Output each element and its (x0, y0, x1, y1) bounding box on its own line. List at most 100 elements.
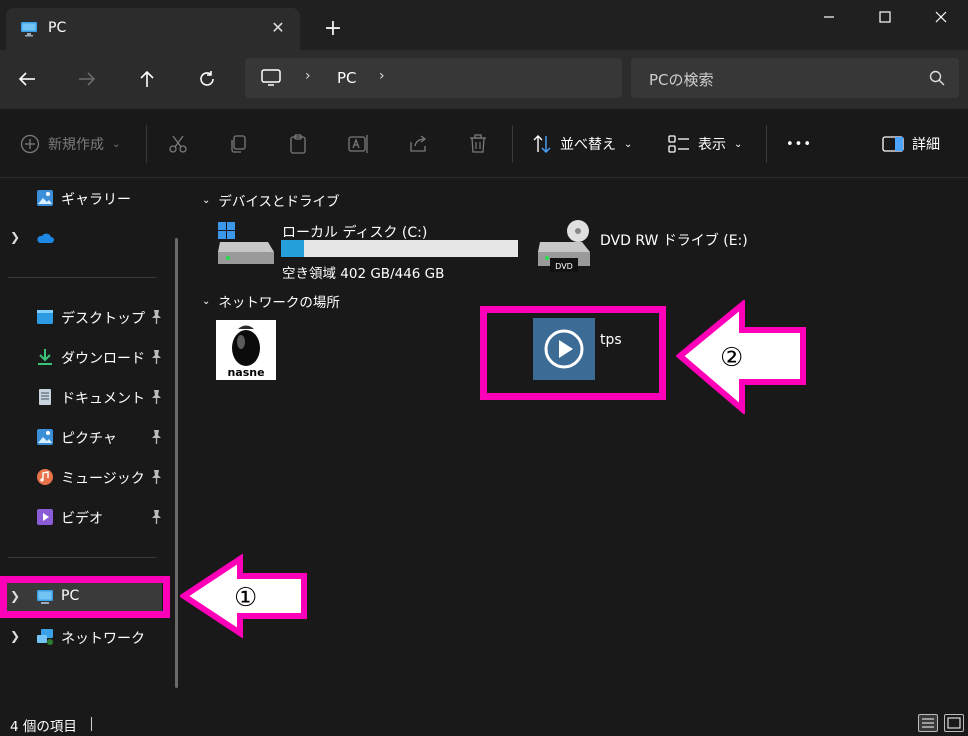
view-list-icon (668, 135, 689, 153)
sidebar-label: ピクチャ (61, 431, 117, 447)
chevron-right-icon[interactable]: › (305, 68, 311, 84)
sidebar-divider (8, 277, 156, 278)
drive-e[interactable]: DVD DVD RW ドライブ (E:) (536, 218, 776, 278)
new-tab-button[interactable]: + (320, 16, 346, 42)
chevron-right-icon[interactable]: › (379, 68, 385, 84)
chevron-right-icon[interactable]: ❯ (10, 230, 20, 244)
drive-c-free-space: 空き領域 402 GB/446 GB (282, 266, 445, 282)
sidebar-item-gallery[interactable]: ギャラリー (0, 182, 170, 214)
sidebar-scrollbar[interactable] (175, 238, 178, 688)
document-icon (39, 389, 51, 405)
sidebar-label: デスクトップ (61, 311, 145, 327)
download-icon (38, 349, 52, 365)
monitor-icon (20, 21, 38, 41)
minimize-icon (824, 16, 834, 18)
nasne-logo-icon: nasne (216, 320, 276, 380)
clipboard-icon (290, 134, 306, 154)
refresh-button[interactable] (192, 64, 222, 94)
cut-button[interactable] (168, 131, 188, 157)
copy-icon (231, 135, 246, 153)
chevron-down-icon: ⌄ (112, 138, 121, 150)
pictures-icon (37, 429, 53, 445)
address-bar[interactable]: › PC › (245, 58, 622, 98)
pin-icon[interactable] (149, 429, 163, 445)
gallery-icon (37, 190, 53, 206)
network-item-nasne[interactable]: nasne (216, 320, 276, 380)
details-button[interactable]: 詳細 (882, 131, 940, 157)
rename-icon (348, 135, 368, 153)
pin-icon[interactable] (149, 349, 163, 365)
details-view-button[interactable] (918, 714, 938, 732)
group-header-network[interactable]: ⌄ ネットワークの場所 (202, 291, 340, 311)
sidebar-item-documents[interactable]: ドキュメント (0, 381, 170, 413)
copy-button[interactable] (228, 131, 248, 157)
hard-drive-icon (218, 222, 274, 264)
pin-icon[interactable] (149, 469, 163, 485)
group-header-devices[interactable]: ⌄ デバイスとドライブ (202, 190, 340, 210)
tiles-view-button[interactable] (944, 714, 964, 732)
status-divider (91, 717, 92, 731)
search-placeholder[interactable]: PCの検索 (649, 69, 714, 90)
trash-icon (470, 134, 486, 153)
tab-title: PC (48, 20, 67, 36)
sidebar-item-downloads[interactable]: ダウンロード (0, 341, 170, 373)
back-button[interactable] (12, 64, 42, 94)
sidebar-item-videos[interactable]: ビデオ (0, 501, 170, 533)
highlight-box-tps (480, 306, 666, 400)
sidebar-item-desktop[interactable]: デスクトップ (0, 301, 170, 333)
chevron-down-icon[interactable]: ⌄ (202, 195, 210, 206)
minimize-button[interactable] (806, 0, 852, 34)
delete-button[interactable] (468, 131, 488, 157)
marker-1: ① (234, 583, 257, 613)
arrow-1-icon: ① (180, 554, 307, 638)
video-icon (37, 509, 53, 525)
sidebar-item-onedrive[interactable]: ❯ (0, 222, 170, 254)
sort-label: 並べ替え (560, 137, 616, 153)
view-button[interactable]: 表示 ⌄ (668, 131, 742, 157)
sidebar-label: ネットワーク (61, 631, 145, 647)
highlight-box-pc (0, 576, 170, 618)
view-label: 表示 (698, 137, 726, 153)
nasne-logo-text: nasne (227, 366, 264, 379)
arrow-right-icon (79, 72, 96, 86)
sidebar-label: ビデオ (61, 511, 103, 527)
pin-icon[interactable] (149, 309, 163, 325)
sort-icon (533, 135, 551, 153)
up-button[interactable] (132, 64, 162, 94)
more-options-button[interactable]: ••• (786, 131, 812, 157)
close-window-button[interactable] (918, 0, 964, 34)
tab-close-icon[interactable]: ✕ (266, 16, 290, 40)
sidebar-item-music[interactable]: ミュージック (0, 461, 170, 493)
sidebar-label: ギャラリー (61, 192, 131, 208)
sidebar-divider (8, 557, 156, 558)
paste-button[interactable] (288, 131, 308, 157)
new-button[interactable]: 新規作成 ⌄ (20, 131, 120, 157)
chevron-down-icon: ⌄ (734, 138, 743, 150)
tab-pc[interactable]: PC ✕ (6, 8, 300, 50)
title-bar: PC ✕ + (0, 0, 968, 50)
chevron-down-icon[interactable]: ⌄ (202, 296, 210, 307)
chevron-right-icon[interactable]: ❯ (10, 629, 20, 643)
toolbar-divider (512, 125, 513, 163)
forward-button[interactable] (72, 64, 102, 94)
sort-button[interactable]: 並べ替え ⌄ (532, 131, 632, 157)
search-box[interactable]: PCの検索 (631, 58, 959, 98)
details-label: 詳細 (912, 137, 940, 153)
network-icon (37, 629, 53, 645)
breadcrumb-pc[interactable]: PC (337, 69, 357, 87)
search-icon (929, 70, 945, 90)
rename-button[interactable] (348, 131, 370, 157)
list-view-icon (922, 718, 934, 728)
pin-icon[interactable] (149, 509, 163, 525)
toolbar-divider (766, 125, 767, 163)
sidebar-item-network[interactable]: ❯ ネットワーク (0, 621, 170, 653)
maximize-button[interactable] (862, 0, 908, 34)
tiles-view-icon (947, 717, 961, 729)
sidebar-item-pictures[interactable]: ピクチャ (0, 421, 170, 453)
pin-icon[interactable] (149, 389, 163, 405)
arrow-left-icon (18, 72, 35, 86)
navigation-pane: ギャラリー ❯ デスクトップ ダウンロード ドキュメント ピクチャ ミュージック… (0, 178, 190, 710)
marker-2: ② (720, 343, 743, 373)
share-button[interactable] (408, 131, 428, 157)
arrow-up-icon (140, 70, 154, 87)
